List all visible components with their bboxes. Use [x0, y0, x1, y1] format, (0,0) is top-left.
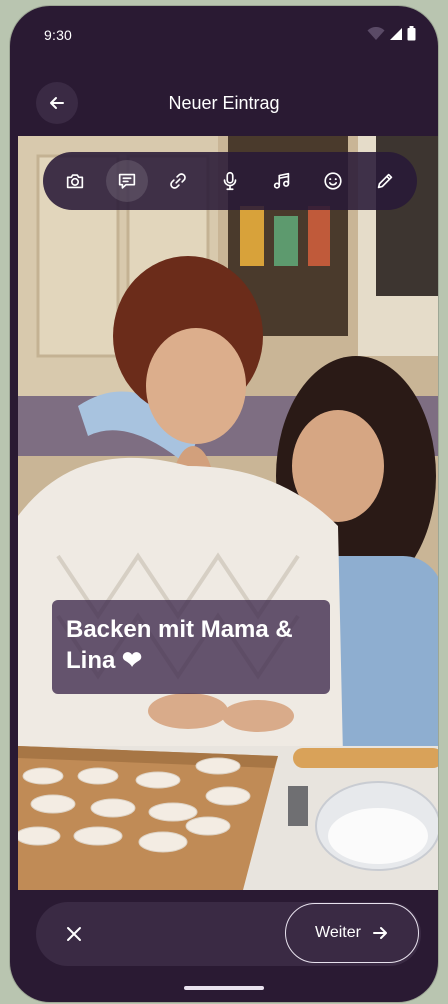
microphone-icon [223, 171, 237, 191]
status-bar: 9:30 [10, 6, 438, 58]
status-time: 9:30 [44, 27, 73, 43]
text-comment-icon [118, 173, 135, 189]
link-icon [170, 173, 187, 189]
photo-caption[interactable]: Backen mit Mama & Lina ❤ [52, 600, 330, 694]
close-button[interactable] [58, 918, 90, 950]
entry-photo[interactable] [18, 136, 438, 890]
phone-screen: 9:30 Neuer Eintrag Backen mit Mama & Lin… [10, 6, 438, 1002]
emoji-icon [324, 172, 342, 190]
cellular-signal-icon [390, 27, 402, 40]
toolbar-photo[interactable] [54, 160, 96, 202]
wifi-icon [367, 26, 385, 40]
media-toolbar [43, 152, 417, 210]
toolbar-text[interactable] [105, 160, 148, 202]
toolbar-music[interactable] [261, 160, 303, 202]
music-note-icon [273, 172, 289, 189]
page-title: Neuer Eintrag [168, 93, 280, 113]
close-icon [67, 927, 81, 941]
toolbar-draw[interactable] [364, 160, 406, 202]
toolbar-emoji[interactable] [312, 160, 354, 202]
toolbar-link[interactable] [157, 160, 199, 202]
app-header: Neuer Eintrag [10, 66, 438, 136]
caption-text: Backen mit Mama & Lina ❤ [66, 616, 293, 674]
next-button-label: Weiter [315, 924, 361, 941]
toolbar-audio[interactable] [209, 160, 251, 202]
bottom-action-bar: Weiter [36, 902, 421, 966]
home-indicator[interactable] [184, 986, 264, 990]
photo-illustration [18, 136, 438, 890]
arrow-right-icon [372, 927, 387, 939]
camera-icon [66, 174, 84, 189]
battery-icon [407, 26, 416, 41]
status-icons [367, 26, 416, 41]
pencil-icon [377, 173, 393, 189]
next-button[interactable]: Weiter [285, 903, 419, 963]
